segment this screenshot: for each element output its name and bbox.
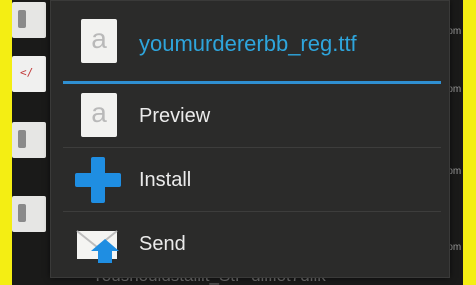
dialog-header: a youmurdererbb_reg.ttf [51, 1, 449, 81]
menu-item-label: Send [139, 233, 186, 255]
dialog-title: youmurdererbb_reg.ttf [139, 31, 357, 56]
file-icon [12, 122, 46, 158]
plus-icon [75, 157, 121, 203]
menu-item-label: Preview [139, 105, 211, 127]
divider [63, 147, 441, 148]
divider [63, 211, 441, 212]
menu-item-install[interactable]: Install [51, 149, 449, 211]
font-file-icon: a [81, 93, 117, 137]
header-divider [63, 81, 441, 84]
file-actions-dialog: a youmurdererbb_reg.ttf a Preview Instal… [50, 0, 450, 278]
menu-item-preview[interactable]: a Preview [51, 85, 449, 147]
font-file-icon: a [81, 19, 117, 63]
mail-send-icon [76, 230, 119, 263]
file-icon [12, 196, 46, 232]
code-file-icon: </ [12, 56, 46, 92]
menu-item-send[interactable]: Send [51, 213, 449, 275]
phone-screen: </ 5 pm 5 pm 5 pm 5 pm Youshouldstallit_… [12, 0, 463, 285]
menu-item-label: Install [139, 169, 192, 191]
file-icon [12, 2, 46, 38]
